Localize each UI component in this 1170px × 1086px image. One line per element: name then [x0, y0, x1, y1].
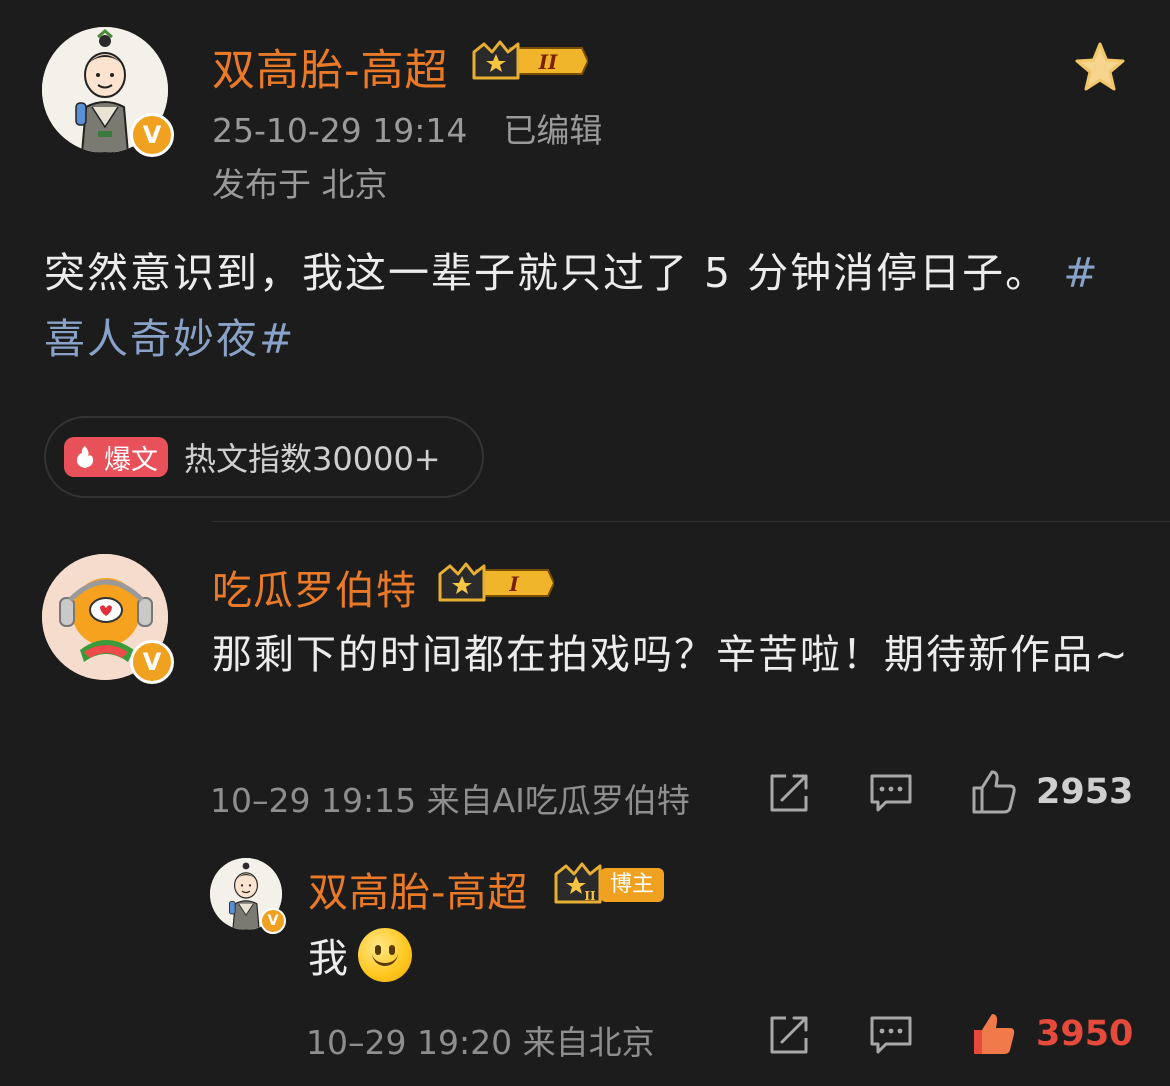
smile-emoji-icon: [358, 928, 412, 982]
like-count: 3950: [1036, 1014, 1134, 1054]
rank-label: I: [508, 572, 519, 596]
commenter-name[interactable]: 吃瓜罗伯特: [212, 558, 417, 616]
blogger-tag: 博主: [600, 868, 665, 902]
post-body: 突然意识到，我这一辈子就只过了 5 分钟消停日子。 #喜人奇妙夜#: [44, 240, 1134, 372]
weibo-post-page: V 双高胎-高超 II 25-10-29 19:14 已编辑 发布于 北京 突然意…: [0, 0, 1170, 1086]
post-author-name[interactable]: 双高胎-高超: [212, 36, 449, 98]
reply-meta: 10–29 19:20 来自北京: [306, 1023, 655, 1062]
comment-meta: 10–29 19:15 来自AI吃瓜罗伯特: [210, 781, 690, 820]
hot-tag-label: 爆文: [104, 444, 158, 476]
verified-icon: V: [130, 640, 174, 684]
reply-author-avatar[interactable]: V: [210, 858, 286, 934]
comment-text: 那剩下的时间都在拍戏吗？辛苦啦！期待新作品~: [212, 632, 1130, 678]
hot-index-text: 热文指数30000+: [184, 440, 441, 478]
comment-icon[interactable]: [868, 770, 914, 816]
reply-text: 我: [308, 936, 348, 982]
divider: [212, 521, 1170, 522]
flame-icon: [76, 446, 94, 468]
edited-label[interactable]: 已编辑: [503, 111, 602, 150]
like-count: 2953: [1036, 772, 1134, 812]
commenter-avatar[interactable]: V: [42, 554, 174, 684]
hot-tag: 爆文: [64, 437, 168, 477]
like-icon[interactable]: [970, 768, 1018, 816]
member-rank-badge[interactable]: I: [436, 560, 554, 606]
favorite-star-icon[interactable]: [1072, 40, 1128, 96]
like-icon[interactable]: [970, 1010, 1018, 1058]
hot-index-pill[interactable]: 爆文 热文指数30000+: [44, 416, 484, 498]
share-icon[interactable]: [766, 770, 812, 816]
reply-body: 我: [308, 926, 412, 984]
post-text: 突然意识到，我这一辈子就只过了 5 分钟消停日子。: [44, 249, 1049, 297]
author-avatar[interactable]: V: [42, 27, 174, 157]
share-icon[interactable]: [766, 1012, 812, 1058]
post-location: 发布于 北京: [212, 165, 388, 204]
member-rank-badge[interactable]: II: [470, 38, 588, 84]
rank-label: II: [584, 889, 596, 903]
member-rank-badge[interactable]: II: [552, 862, 604, 906]
post-meta: 25-10-29 19:14 已编辑: [212, 104, 602, 152]
verified-icon: V: [260, 908, 286, 934]
post-timestamp: 25-10-29 19:14: [212, 111, 468, 150]
rank-label: II: [538, 50, 558, 74]
verified-icon: V: [130, 113, 174, 157]
comment-icon[interactable]: [868, 1012, 914, 1058]
reply-author-name[interactable]: 双高胎-高超: [308, 860, 528, 918]
